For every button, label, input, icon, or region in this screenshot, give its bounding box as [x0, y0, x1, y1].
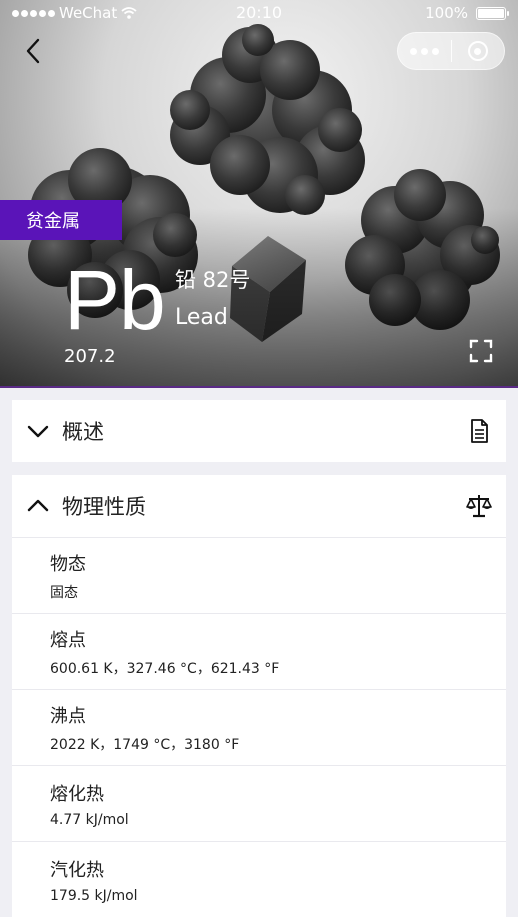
- overview-section: 概述: [12, 400, 506, 462]
- physical-properties-header[interactable]: 物理性质: [12, 475, 506, 537]
- property-row-heat-of-fusion: 熔化热 4.77 kJ/mol: [12, 765, 506, 841]
- fullscreen-button[interactable]: [468, 338, 494, 364]
- property-label: 物态: [50, 553, 86, 575]
- property-value: 179.5 kJ/mol: [50, 887, 138, 904]
- battery-icon: [476, 6, 509, 20]
- element-chinese-name: 铅 82号: [175, 268, 251, 292]
- status-battery: 100%: [425, 4, 509, 22]
- overview-header[interactable]: 概述: [12, 400, 506, 462]
- category-badge: 贫金属: [0, 200, 122, 240]
- physical-properties-section: 物理性质 物态 固态 熔点 600.61 K，327.46 °C，621.43 …: [12, 475, 506, 917]
- property-value: 2022 K，1749 °C，3180 °F: [50, 736, 240, 753]
- status-bar: WeChat 20:10 100%: [0, 0, 518, 26]
- chevron-up-icon: [27, 499, 49, 512]
- property-label: 汽化热: [50, 859, 104, 881]
- fullscreen-icon: [469, 339, 493, 363]
- property-row-heat-of-vaporization: 汽化热 179.5 kJ/mol: [12, 841, 506, 917]
- hero-divider: [0, 386, 518, 388]
- property-row-boiling-point: 沸点 2022 K，1749 °C，3180 °F: [12, 689, 506, 765]
- more-dots-icon: [410, 47, 417, 55]
- close-button[interactable]: [452, 33, 504, 69]
- element-symbol: Pb: [64, 253, 166, 347]
- battery-label: 100%: [425, 4, 468, 22]
- balance-scale-icon: [466, 495, 492, 518]
- more-button[interactable]: [398, 33, 451, 69]
- target-circle-icon: [467, 41, 488, 61]
- miniprogram-capsule: [397, 32, 505, 70]
- back-button[interactable]: [18, 34, 48, 68]
- chevron-down-icon: [27, 425, 49, 438]
- property-row-melting-point: 熔点 600.61 K，327.46 °C，621.43 °F: [12, 613, 506, 689]
- physical-properties-title: 物理性质: [62, 495, 146, 519]
- atomic-mass: 207.2: [64, 346, 116, 367]
- property-label: 熔化热: [50, 783, 104, 805]
- property-value: 固态: [50, 584, 78, 601]
- property-value: 4.77 kJ/mol: [50, 811, 129, 828]
- chevron-left-icon: [26, 38, 40, 64]
- property-label: 熔点: [50, 629, 86, 651]
- overview-title: 概述: [62, 420, 104, 444]
- property-row-state: 物态 固态: [12, 537, 506, 613]
- element-english-name: Lead: [175, 305, 228, 330]
- property-label: 沸点: [50, 705, 86, 727]
- document-icon: [471, 419, 488, 443]
- property-value: 600.61 K，327.46 °C，621.43 °F: [50, 660, 280, 677]
